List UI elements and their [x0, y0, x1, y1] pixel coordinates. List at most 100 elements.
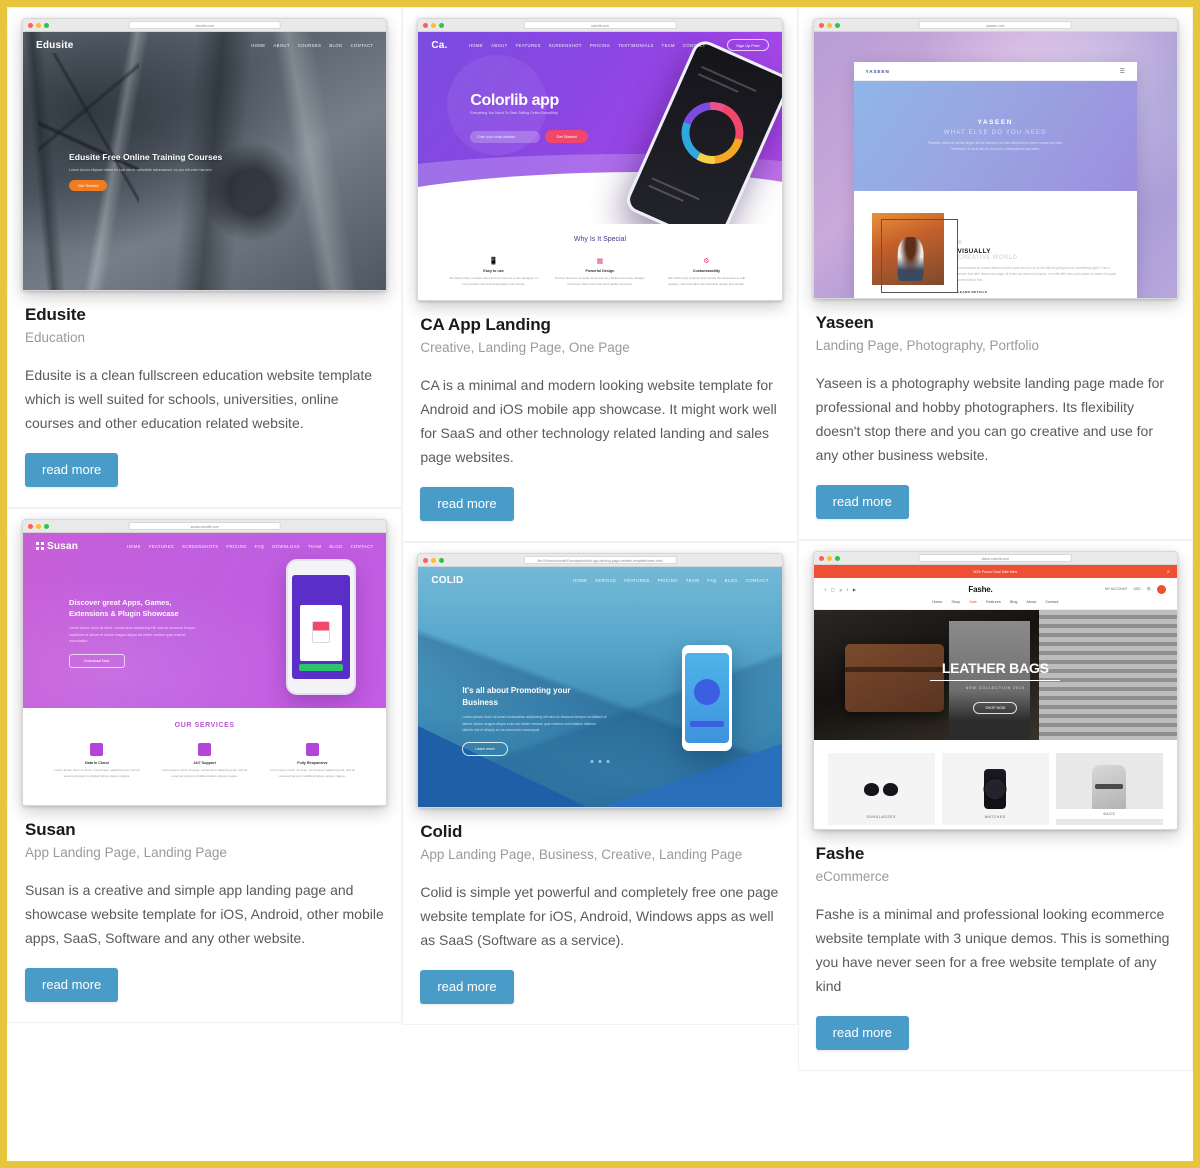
nav-link: Blog: [724, 577, 738, 583]
read-more-button[interactable]: read more: [25, 968, 119, 1003]
feature-title: Powerful Design: [585, 269, 615, 273]
thumbnail-wrap-edusite: edusite.com Edusite HOME ABOUT COURSES B…: [8, 8, 401, 291]
nav-link: DOWNLOAD: [272, 543, 301, 549]
site-preview-edusite: Edusite HOME ABOUT COURSES BLOG CONTACT …: [23, 32, 387, 290]
hero-heading: Edusite Free Online Training Courses: [69, 152, 223, 162]
account-link: MY ACCOUNT: [1104, 587, 1128, 592]
site-logo: YASEEN: [865, 68, 890, 74]
hero-section: YASEEN WHAT ELSE DO YOU NEED Praesent di…: [853, 81, 1138, 191]
hero-heading: LEATHER BAGS: [941, 659, 1049, 676]
card-categories: eCommerce: [815, 869, 890, 885]
nav-link: Home: [468, 42, 484, 48]
cloud-icon: [90, 743, 104, 757]
card-description: Yaseen is a photography website landing …: [815, 374, 1165, 464]
phone-line: [647, 184, 684, 202]
traffic-lights: [28, 523, 49, 529]
youtube-icon: ▶: [852, 586, 856, 592]
card-categories: Landing Page, Photography, Portfolio: [815, 338, 1040, 353]
mobile-icon: 📱: [489, 258, 498, 265]
site-nav: YASEEN ☰: [853, 62, 1138, 81]
nav-link: TEAM: [308, 543, 322, 549]
card-title: Susan: [25, 820, 76, 840]
minimize-dot-icon: [431, 557, 437, 563]
bag-icon: 🛍: [1146, 587, 1151, 592]
special-section: Why Is It Special: [418, 224, 781, 243]
section-text: Lorem ipsum sit ornare dictum sed feel y…: [957, 266, 1117, 282]
phone-line: [697, 73, 739, 93]
hero-banner: LEATHER BAGS NEW COLLECTION 2019 SHOP NO…: [813, 610, 1177, 741]
nav-link: ABOUT: [273, 42, 290, 48]
feature-item: ⚙ Customizability We build pretty projec…: [662, 257, 751, 287]
maximize-dot-icon: [834, 555, 840, 561]
site-nav-links: Home Service Features Pricing Team FAQ B…: [573, 578, 769, 583]
address-bar[interactable]: susan.colorlib.com: [128, 522, 281, 531]
nav-link: SCREENSHOTS: [182, 543, 219, 549]
nav-link: Features: [624, 577, 650, 583]
card-title: Fashe: [815, 844, 865, 864]
browser-chrome: edusite.com: [23, 19, 387, 32]
address-bar[interactable]: edusite.com: [128, 21, 281, 29]
gear-icon: ⚙: [703, 258, 710, 265]
feature-title: 24/7 Support: [193, 761, 216, 766]
nav-link: About: [491, 42, 508, 48]
twitter-icon: t: [846, 586, 848, 592]
phone-cta-bar: [689, 721, 724, 728]
section-link: LEARN DETAILS: [957, 289, 988, 294]
hero-subheading: WHAT ELSE DO YOU NEED: [943, 130, 1047, 137]
hero-heading: Discover great Apps, Games, Extensions &…: [69, 598, 179, 619]
template-card-edusite[interactable]: edusite.com Edusite HOME ABOUT COURSES B…: [7, 7, 403, 509]
nav-link: HOME: [251, 42, 266, 48]
template-card-colid[interactable]: file:///Users/colorlib/Downloads/colid-a…: [402, 542, 798, 1026]
site-nav-links: HOME FEATURES SCREENSHOTS PRICING FAQ DO…: [127, 544, 374, 549]
browser-chrome: colorlib.com: [418, 19, 782, 32]
card-title: Colid: [420, 822, 463, 842]
template-card-yaseen[interactable]: yaseen.com YASEEN ☰ YASEEN WHAT ELSE DO …: [797, 7, 1193, 541]
nav-link: Shop: [951, 600, 961, 605]
hero-heading: It's all about Promoting your Business: [462, 686, 571, 707]
read-more-button[interactable]: read more: [420, 970, 514, 1005]
hero-subtext: Lorem ipsum dolor sit amet, consectetur …: [69, 626, 196, 643]
address-bar[interactable]: colorlib.com: [523, 21, 677, 29]
signup-button: Sign Up Free: [727, 39, 769, 51]
hero-subtext: NEW COLLECTION 2019: [965, 685, 1025, 690]
branch-silhouette: [37, 52, 140, 234]
card-body-fashe: Fashe eCommerce Fashe is a minimal and p…: [799, 830, 1192, 1070]
nav-link: Home: [932, 600, 943, 605]
hero-section: Susan HOME FEATURES SCREENSHOTS PRICING …: [23, 533, 387, 709]
address-bar[interactable]: yaseen.com: [919, 21, 1072, 29]
site-preview-ca: Ca. Home About Features Screenshot Prici…: [418, 32, 782, 300]
category-label: BAGS: [1055, 809, 1163, 820]
site-nav-links: HOME ABOUT COURSES BLOG CONTACT: [251, 43, 373, 48]
nav-link: Contact: [682, 42, 706, 48]
site-nav: Ca. Home About Features Screenshot Prici…: [418, 32, 781, 58]
card-title: CA App Landing: [420, 315, 551, 334]
feature-item: 24/7 Support Lorem ipsum dolor sit amet,…: [159, 743, 250, 779]
nav-link: Pricing: [657, 577, 678, 583]
card-description: Susan is a creative and simple app landi…: [25, 882, 384, 947]
address-bar[interactable]: file:///Users/colorlib/Downloads/colid-a…: [523, 556, 677, 565]
template-card-ca-app-landing[interactable]: colorlib.com Ca. Home About Featu: [402, 7, 798, 543]
phone-screen: [292, 575, 351, 680]
phone-screen: [684, 653, 729, 744]
template-card-susan[interactable]: susan.colorlib.com Susan HOME FEATURES S…: [7, 508, 403, 1024]
carousel-dot: [590, 760, 594, 764]
browser-mockup-yaseen: yaseen.com YASEEN ☰ YASEEN WHAT ELSE DO …: [812, 18, 1178, 299]
address-bar[interactable]: fashe.colorlib.com: [919, 554, 1072, 563]
card-body-susan: Susan App Landing Page, Landing Page Sus…: [8, 806, 401, 1022]
template-card-fashe[interactable]: fashe.colorlib.com 50% Promo Deal Sale N…: [797, 540, 1193, 1072]
read-more-button[interactable]: read more: [25, 453, 119, 488]
instagram-icon: ▢: [830, 586, 835, 592]
read-more-button[interactable]: read more: [815, 1016, 909, 1051]
site-topbar: f ▢ p t ▶ Fashe. MY ACCOUNT USD 🛍: [814, 578, 1177, 600]
hero-cta-button: Get Started: [545, 130, 588, 144]
nav-link: Features: [515, 42, 541, 48]
traffic-lights: [423, 22, 445, 28]
site-preview-colid: COLID Home Service Features Pricing Team…: [418, 567, 782, 808]
visually-text-block: ◎ VISUALLY CREATIVE WORLD Lorem ipsum si…: [958, 213, 1119, 294]
read-more-button[interactable]: read more: [420, 487, 514, 522]
hero-heading: Colorlib app: [470, 92, 559, 109]
phone-card: [300, 605, 343, 662]
currency-select: USD: [1133, 587, 1141, 592]
card-categories: Creative, Landing Page, One Page: [420, 340, 630, 355]
read-more-button[interactable]: read more: [815, 485, 909, 520]
